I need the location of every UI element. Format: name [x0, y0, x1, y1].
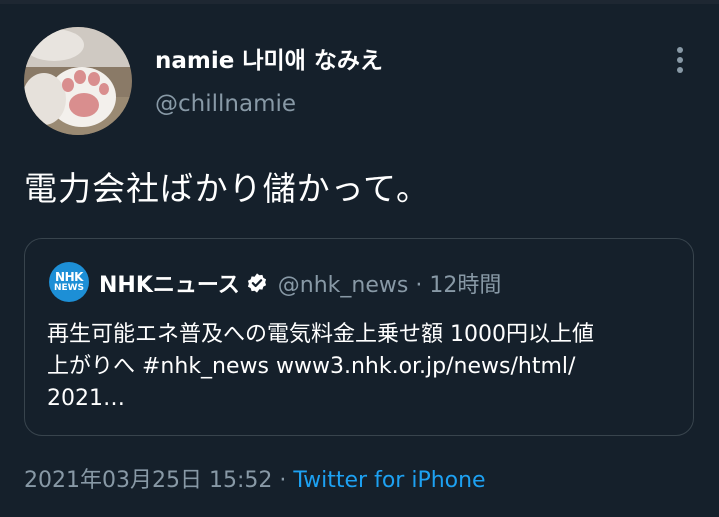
author-handle[interactable]: @chillnamie [155, 91, 296, 117]
cat-paw-avatar-image [24, 27, 132, 135]
quoted-text-line: 2021… [47, 386, 125, 411]
tweet-source-link[interactable]: Twitter for iPhone [293, 468, 485, 493]
more-vertical-icon[interactable] [670, 44, 690, 76]
nhk-logo-subtext: NEWS [53, 283, 85, 293]
quoted-author-name[interactable]: NHKニュース [99, 267, 240, 299]
tweet-timestamp[interactable]: 2021年03月25日 15:52 [24, 468, 272, 493]
tweet-meta: 2021年03月25日 15:52 · Twitter for iPhone [24, 462, 486, 494]
tweet-detail: namie 나미애 なみえ @chillnamie 電力会社ばかり儲かって。 N… [0, 0, 719, 517]
tweet-text: 電力会社ばかり儲かって。 [24, 169, 431, 208]
author-avatar[interactable] [24, 27, 132, 135]
divider [0, 0, 719, 4]
quoted-text-line: 再生可能エネ普及への電気料金上乗せ額 1000円以上値 [47, 322, 594, 347]
quoted-text-line: 上がりへ #nhk_news www3.nhk.or.jp/news/html/ [47, 354, 576, 379]
author-display-name[interactable]: namie 나미애 なみえ [155, 41, 383, 75]
verified-badge-icon [247, 273, 266, 293]
quoted-author-avatar[interactable]: NHK NEWS [49, 262, 89, 302]
quoted-tweet-text: 再生可能エネ普及への電気料金上乗せ額 1000円以上値 上がりへ #nhk_ne… [47, 319, 677, 415]
nhk-logo-text: NHK [55, 270, 83, 284]
quoted-handle-and-time: @nhk_news · 12時間 [277, 273, 502, 298]
meta-separator: · [272, 468, 294, 493]
quoted-tweet-header: NHKニュース @nhk_news · 12時間 [99, 268, 501, 298]
quoted-tweet-card[interactable]: NHK NEWS NHKニュース @nhk_news · 12時間 再生可能エネ… [24, 238, 694, 436]
